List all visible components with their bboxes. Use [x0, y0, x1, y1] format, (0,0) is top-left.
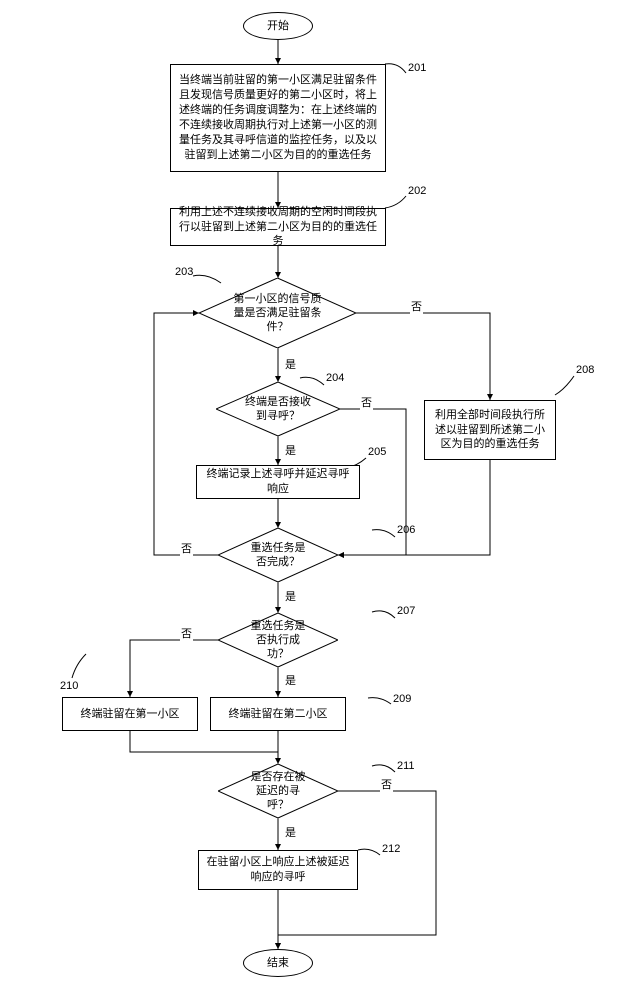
ref-205: 205 [368, 446, 386, 458]
ref-207: 207 [397, 605, 415, 617]
process-209: 终端驻留在第二小区 [210, 697, 346, 731]
decision-204-text: 终端是否接收到寻呼？ [232, 395, 324, 424]
process-208: 利用全部时间段执行所述以驻留到所述第二小区为目的的重选任务 [424, 400, 556, 460]
process-208-text: 利用全部时间段执行所述以驻留到所述第二小区为目的的重选任务 [431, 408, 549, 453]
process-209-text: 终端驻留在第二小区 [229, 707, 328, 722]
ref-202: 202 [408, 185, 426, 197]
decision-204: 终端是否接收到寻呼？ [216, 382, 340, 436]
decision-211-text: 是否存在被延迟的寻呼？ [234, 770, 322, 813]
process-212-text: 在驻留小区上响应上述被延迟响应的寻呼 [205, 855, 351, 885]
decision-206: 重选任务是否完成？ [218, 528, 338, 582]
decision-206-text: 重选任务是否完成？ [234, 541, 322, 570]
ref-210: 210 [60, 680, 78, 692]
edge-204-yes: 是 [284, 442, 297, 458]
terminal-start: 开始 [243, 12, 313, 40]
ref-212: 212 [382, 843, 400, 855]
process-202-text: 利用上述不连续接收周期的空闲时间段执行以驻留到上述第二小区为目的的重选任务 [177, 205, 379, 250]
edge-204-no: 否 [360, 394, 373, 410]
ref-209: 209 [393, 693, 411, 705]
decision-203: 第一小区的信号质量是否满足驻留条件？ [199, 278, 356, 348]
ref-201: 201 [408, 62, 426, 74]
edge-211-no: 否 [380, 776, 393, 792]
decision-211: 是否存在被延迟的寻呼？ [218, 764, 338, 818]
process-202: 利用上述不连续接收周期的空闲时间段执行以驻留到上述第二小区为目的的重选任务 [170, 208, 386, 246]
process-205: 终端记录上述寻呼并延迟寻呼响应 [196, 465, 360, 499]
ref-206: 206 [397, 524, 415, 536]
edge-207-yes: 是 [284, 672, 297, 688]
process-212: 在驻留小区上响应上述被延迟响应的寻呼 [198, 850, 358, 890]
edge-203-no: 否 [410, 298, 423, 314]
process-210-text: 终端驻留在第一小区 [81, 707, 180, 722]
process-210: 终端驻留在第一小区 [62, 697, 198, 731]
ref-204: 204 [326, 372, 344, 384]
edge-206-no: 否 [180, 540, 193, 556]
process-201-text: 当终端当前驻留的第一小区满足驻留条件且发现信号质量更好的第二小区时，将上述终端的… [177, 73, 379, 162]
decision-207: 重选任务是否执行成功？ [218, 613, 338, 667]
terminal-end: 结束 [243, 949, 313, 977]
edge-203-yes: 是 [284, 356, 297, 372]
decision-207-text: 重选任务是否执行成功？ [234, 619, 322, 662]
ref-203: 203 [175, 266, 193, 278]
edge-211-yes: 是 [284, 824, 297, 840]
process-201: 当终端当前驻留的第一小区满足驻留条件且发现信号质量更好的第二小区时，将上述终端的… [170, 64, 386, 172]
process-205-text: 终端记录上述寻呼并延迟寻呼响应 [203, 467, 353, 497]
edge-207-no: 否 [180, 625, 193, 641]
decision-203-text: 第一小区的信号质量是否满足驻留条件？ [219, 292, 337, 335]
ref-211: 211 [397, 760, 415, 772]
edge-206-yes: 是 [284, 588, 297, 604]
ref-208: 208 [576, 364, 594, 376]
terminal-start-label: 开始 [267, 19, 289, 34]
terminal-end-label: 结束 [267, 956, 289, 971]
